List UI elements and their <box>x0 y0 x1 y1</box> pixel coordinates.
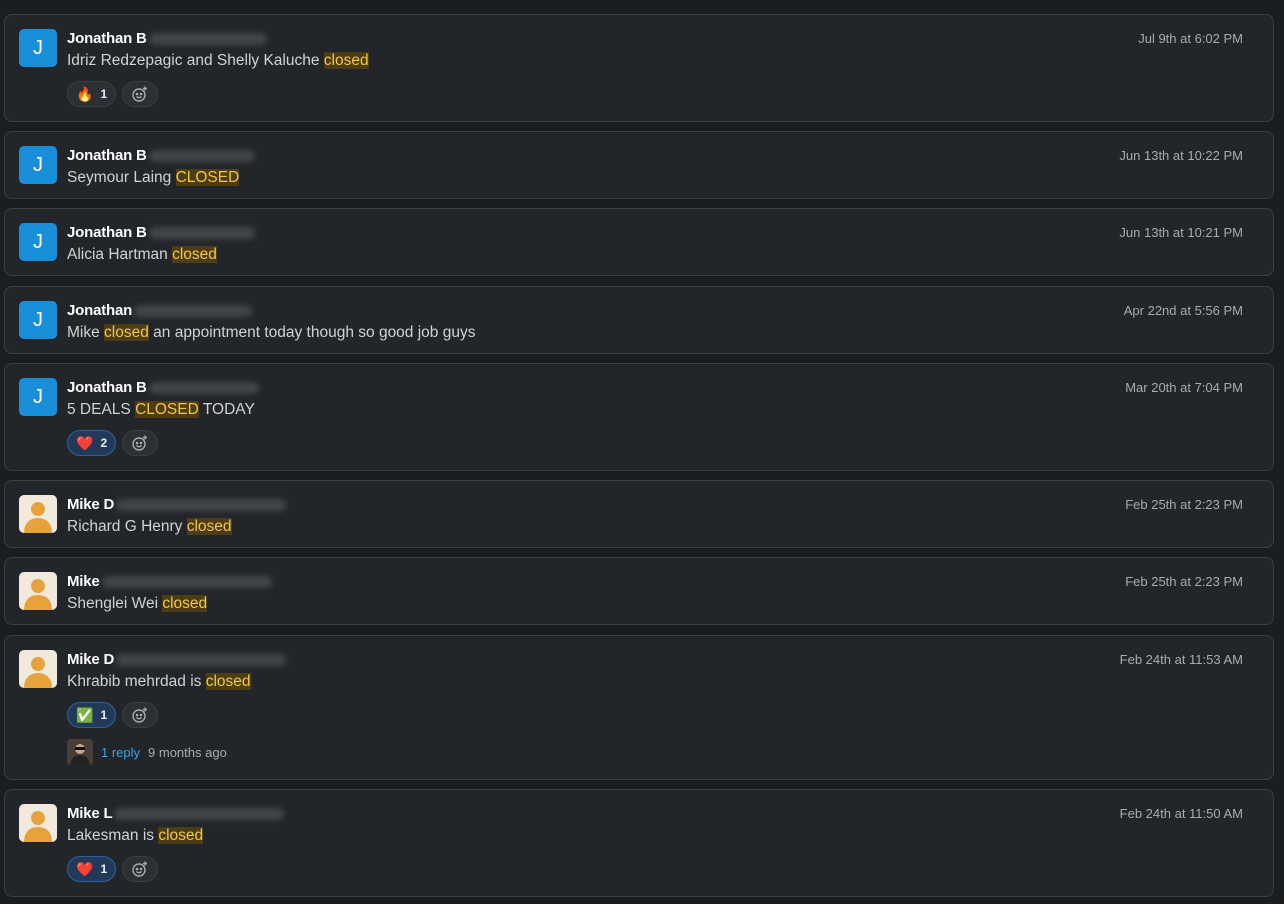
add-reaction-icon[interactable] <box>122 430 159 456</box>
user-avatar[interactable]: J <box>19 223 57 261</box>
reaction-pill[interactable]: ❤️ 2 <box>67 430 117 456</box>
reaction-pill[interactable]: ✅ 1 <box>67 702 117 728</box>
reaction-emoji: 🔥 <box>76 86 94 102</box>
reaction-emoji: ❤️ <box>76 435 94 451</box>
message-item[interactable]: Mike D Feb 24th at 11:53 AM Khrabib mehrda… <box>4 635 1274 780</box>
message-text: Khrabib mehrdad is closed <box>67 673 251 690</box>
reaction-count: 1 <box>100 708 108 722</box>
reaction-pill[interactable]: ❤️ 1 <box>67 856 117 882</box>
reaction-emoji: ✅ <box>76 707 94 723</box>
message-item[interactable]: J Jonathan B Jun 13th at 10:22 PM Seymour L… <box>4 131 1274 199</box>
message-text: Richard G Henry closed <box>67 518 232 535</box>
message-timestamp[interactable]: Mar 20th at 7:04 PM <box>1125 380 1243 395</box>
message-timestamp[interactable]: Jun 13th at 10:21 PM <box>1119 225 1243 240</box>
sender-name[interactable]: Mike <box>67 573 272 590</box>
sender-name[interactable]: Jonathan <box>67 302 253 319</box>
search-highlight: CLOSED <box>175 169 240 186</box>
search-highlight: closed <box>186 518 232 535</box>
redacted-text <box>148 33 267 46</box>
search-highlight: closed <box>205 673 251 690</box>
add-reaction-icon[interactable] <box>122 702 159 728</box>
user-avatar[interactable]: J <box>19 378 57 416</box>
redacted-text <box>116 654 287 667</box>
reply-count-link[interactable]: 1 reply <box>101 745 140 760</box>
message-timestamp[interactable]: Feb 24th at 11:53 AM <box>1120 652 1243 667</box>
message-timestamp[interactable]: Jun 13th at 10:22 PM <box>1119 148 1243 163</box>
reaction-count: 1 <box>100 862 108 876</box>
search-highlight: closed <box>323 52 369 69</box>
thread-last-reply: 9 months ago <box>148 744 227 760</box>
redacted-text <box>101 576 272 589</box>
user-avatar[interactable]: J <box>19 146 57 184</box>
redacted-text <box>148 227 255 240</box>
reaction-bar: ❤️ 1 <box>67 856 159 882</box>
add-reaction-icon[interactable] <box>122 856 159 882</box>
message-item[interactable]: J Jonathan Apr 22nd at 5:56 PM Mike closed … <box>4 286 1274 354</box>
redacted-text <box>116 499 287 512</box>
message-text: Seymour Laing CLOSED <box>67 169 240 186</box>
message-timestamp[interactable]: Feb 25th at 2:23 PM <box>1125 497 1243 512</box>
message-text: Shenglei Wei closed <box>67 595 208 612</box>
reaction-pill[interactable]: 🔥 1 <box>67 81 117 107</box>
message-timestamp[interactable]: Feb 25th at 2:23 PM <box>1125 574 1243 589</box>
message-item[interactable]: Mike Feb 25th at 2:23 PM Shenglei Wei clos… <box>4 557 1274 625</box>
message-item[interactable]: J Jonathan B Jul 9th at 6:02 PM Idriz Redze… <box>4 14 1274 122</box>
message-item[interactable]: J Jonathan B Jun 13th at 10:21 PM Alicia Ha… <box>4 208 1274 276</box>
sender-name[interactable]: Jonathan B <box>67 379 259 396</box>
sender-name[interactable]: Jonathan B <box>67 224 255 241</box>
redacted-text <box>148 382 259 395</box>
reaction-bar: 🔥 1 <box>67 81 159 107</box>
message-text: Mike closed an appointment today though … <box>67 324 476 341</box>
reaction-count: 1 <box>100 87 108 101</box>
reaction-emoji: ❤️ <box>76 861 94 877</box>
message-timestamp[interactable]: Apr 22nd at 5:56 PM <box>1124 303 1243 318</box>
user-avatar[interactable]: J <box>19 29 57 67</box>
add-reaction-icon[interactable] <box>122 81 159 107</box>
message-item[interactable]: J Jonathan B Mar 20th at 7:04 PM 5 DEALS CL… <box>4 363 1274 471</box>
search-highlight: closed <box>172 246 217 263</box>
reaction-bar: ❤️ 2 <box>67 430 159 456</box>
search-highlight: CLOSED <box>135 401 199 418</box>
message-timestamp[interactable]: Feb 24th at 11:50 AM <box>1120 806 1243 821</box>
person-avatar-icon[interactable] <box>19 804 57 842</box>
search-highlight: closed <box>158 827 204 844</box>
sender-name[interactable]: Jonathan B <box>67 30 267 47</box>
message-item[interactable]: Mike D Feb 25th at 2:23 PM Richard G Henry… <box>4 480 1274 548</box>
person-avatar-icon[interactable] <box>19 495 57 533</box>
sender-name[interactable]: Mike D <box>67 496 287 513</box>
message-text: Alicia Hartman closed <box>67 246 217 263</box>
user-avatar[interactable]: J <box>19 301 57 339</box>
message-text: Idriz Redzepagic and Shelly Kaluche clos… <box>67 52 369 69</box>
person-avatar-icon[interactable] <box>19 572 57 610</box>
redacted-text <box>114 808 285 821</box>
person-avatar-icon[interactable] <box>19 650 57 688</box>
message-item[interactable]: Mike L Feb 24th at 11:50 AM Lakesman is cl… <box>4 789 1274 897</box>
search-highlight: closed <box>162 595 208 612</box>
redacted-text <box>148 150 255 163</box>
reaction-count: 2 <box>100 436 108 450</box>
search-highlight: closed <box>104 324 149 341</box>
message-text: 5 DEALS CLOSED TODAY <box>67 401 255 418</box>
message-text: Lakesman is closed <box>67 827 204 844</box>
reaction-bar: ✅ 1 <box>67 702 159 728</box>
sender-name[interactable]: Mike D <box>67 651 287 668</box>
message-timestamp[interactable]: Jul 9th at 6:02 PM <box>1138 31 1243 46</box>
replier-avatar <box>67 739 93 765</box>
redacted-text <box>134 305 253 318</box>
thread-summary[interactable]: 1 reply 9 months ago <box>67 739 227 765</box>
sender-name[interactable]: Mike L <box>67 805 285 822</box>
sender-name[interactable]: Jonathan B <box>67 147 255 164</box>
